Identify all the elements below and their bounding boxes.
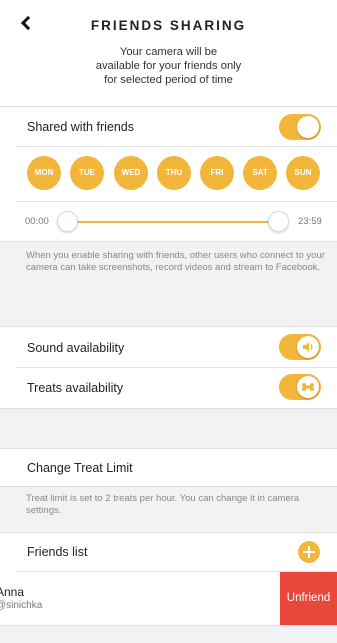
divider [16,201,337,202]
speaker-icon [303,342,313,352]
page-title: FRIENDS SHARING [90,18,247,33]
toggle-knob [297,336,319,358]
divider [0,241,337,242]
treats-availability-label: Treats availability [27,381,124,395]
subtitle-line-2: available for your friends only [95,60,242,72]
time-range-track[interactable] [68,221,278,223]
sharing-info-text: When you enable sharing with friends, ot… [26,250,325,273]
time-range-end-handle[interactable] [268,211,289,232]
divider [0,625,337,626]
subtitle-line-1: Your camera will be [119,46,218,58]
sound-availability-label: Sound availability [27,341,125,355]
shared-with-friends-label: Shared with friends [27,120,135,134]
day-mon-button[interactable]: MON [27,156,61,190]
friends-list-label: Friends list [27,545,88,559]
subtitle-line-3: for selected period of time [104,74,233,86]
day-fri-button[interactable]: FRI [200,156,234,190]
header: FRIENDS SHARING Your camera will be avai… [0,0,337,106]
start-time-label: 00:00 [25,216,49,227]
friend-name: Anna [0,585,25,599]
day-tue-button[interactable]: TUE [70,156,104,190]
add-friend-button[interactable] [298,541,320,563]
day-thu-button[interactable]: THU [157,156,191,190]
divider [0,486,337,487]
friend-handle: @sinichka [0,600,43,611]
end-time-label: 23:59 [298,216,322,227]
day-sun-button[interactable]: SUN [286,156,320,190]
divider [16,146,337,147]
treat-limit-info-text: Treat limit is set to 2 treats per hour.… [26,493,300,516]
unfriend-button[interactable]: Unfriend [280,572,337,625]
day-sat-button[interactable]: SAT [243,156,277,190]
bone-icon [302,383,314,391]
treats-availability-toggle[interactable] [279,374,321,400]
change-treat-limit-label[interactable]: Change Treat Limit [27,461,133,475]
toggle-knob [297,116,319,138]
divider [16,367,337,368]
sound-availability-toggle[interactable] [279,334,321,360]
divider [0,408,337,409]
day-wed-button[interactable]: WED [114,156,148,190]
time-range-start-handle[interactable] [57,211,78,232]
shared-with-friends-toggle[interactable] [279,114,321,140]
toggle-knob [297,376,319,398]
